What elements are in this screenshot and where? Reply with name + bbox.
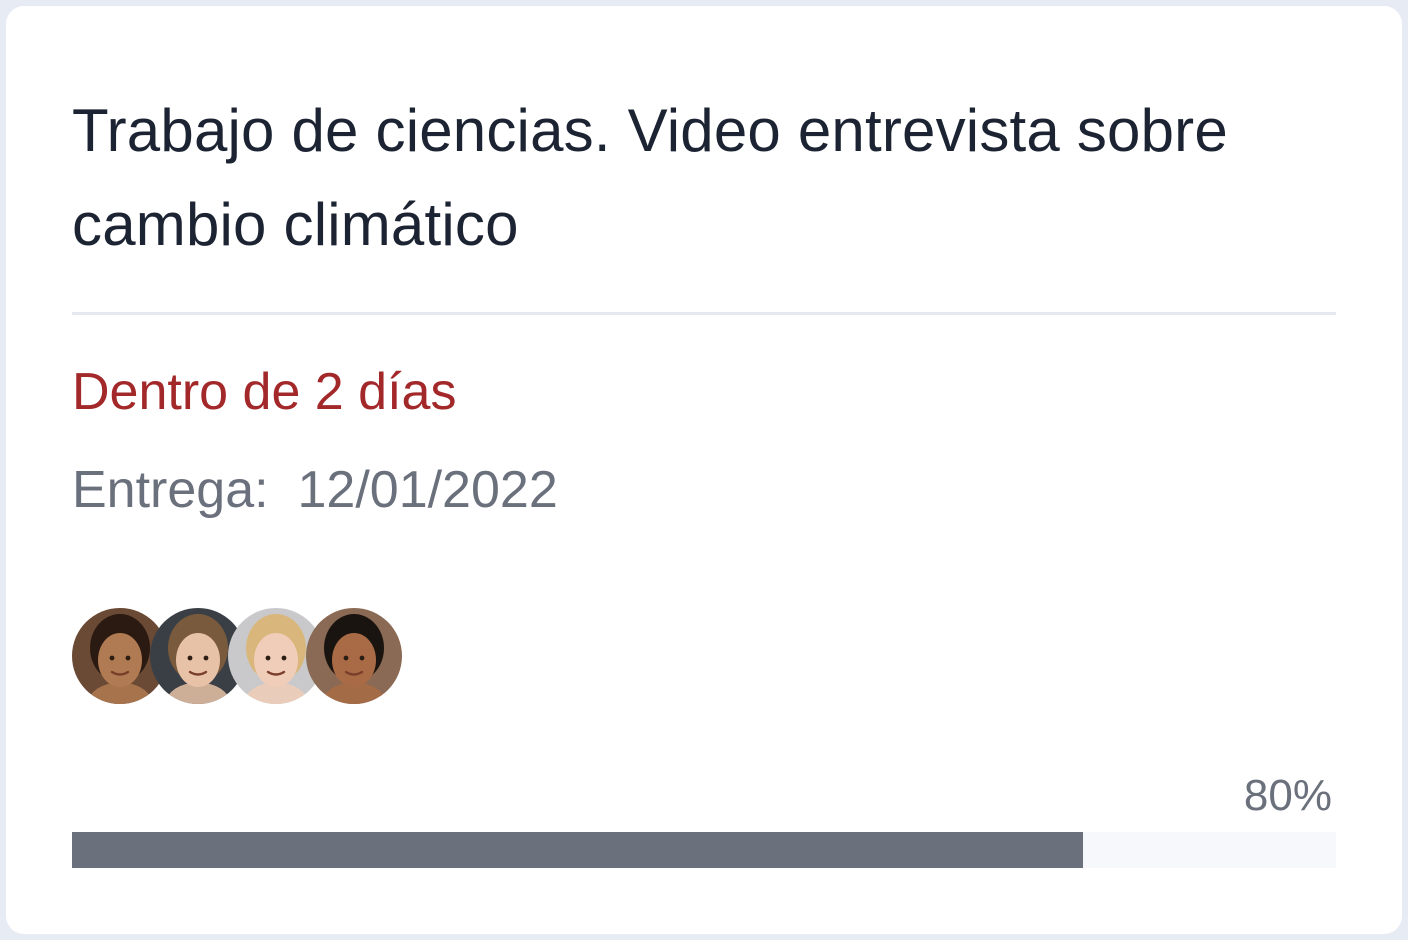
divider — [72, 312, 1336, 315]
avatar-photo-icon — [306, 608, 402, 704]
due-countdown: Dentro de 2 días — [72, 363, 457, 421]
due-label: Entrega: — [72, 461, 269, 519]
progress-bar — [72, 832, 1336, 868]
progress-bar-fill — [72, 832, 1084, 868]
due-date-value: 12/01/2022 — [297, 461, 558, 519]
member-avatar[interactable] — [306, 608, 402, 704]
progress-percent: 80% — [1243, 771, 1332, 820]
task-title: Trabajo de ciencias. Video entrevista so… — [72, 97, 1228, 258]
due-date-line: Entrega: 12/01/2022 — [72, 458, 558, 522]
task-card[interactable]: Trabajo de ciencias. Video entrevista so… — [6, 6, 1402, 934]
